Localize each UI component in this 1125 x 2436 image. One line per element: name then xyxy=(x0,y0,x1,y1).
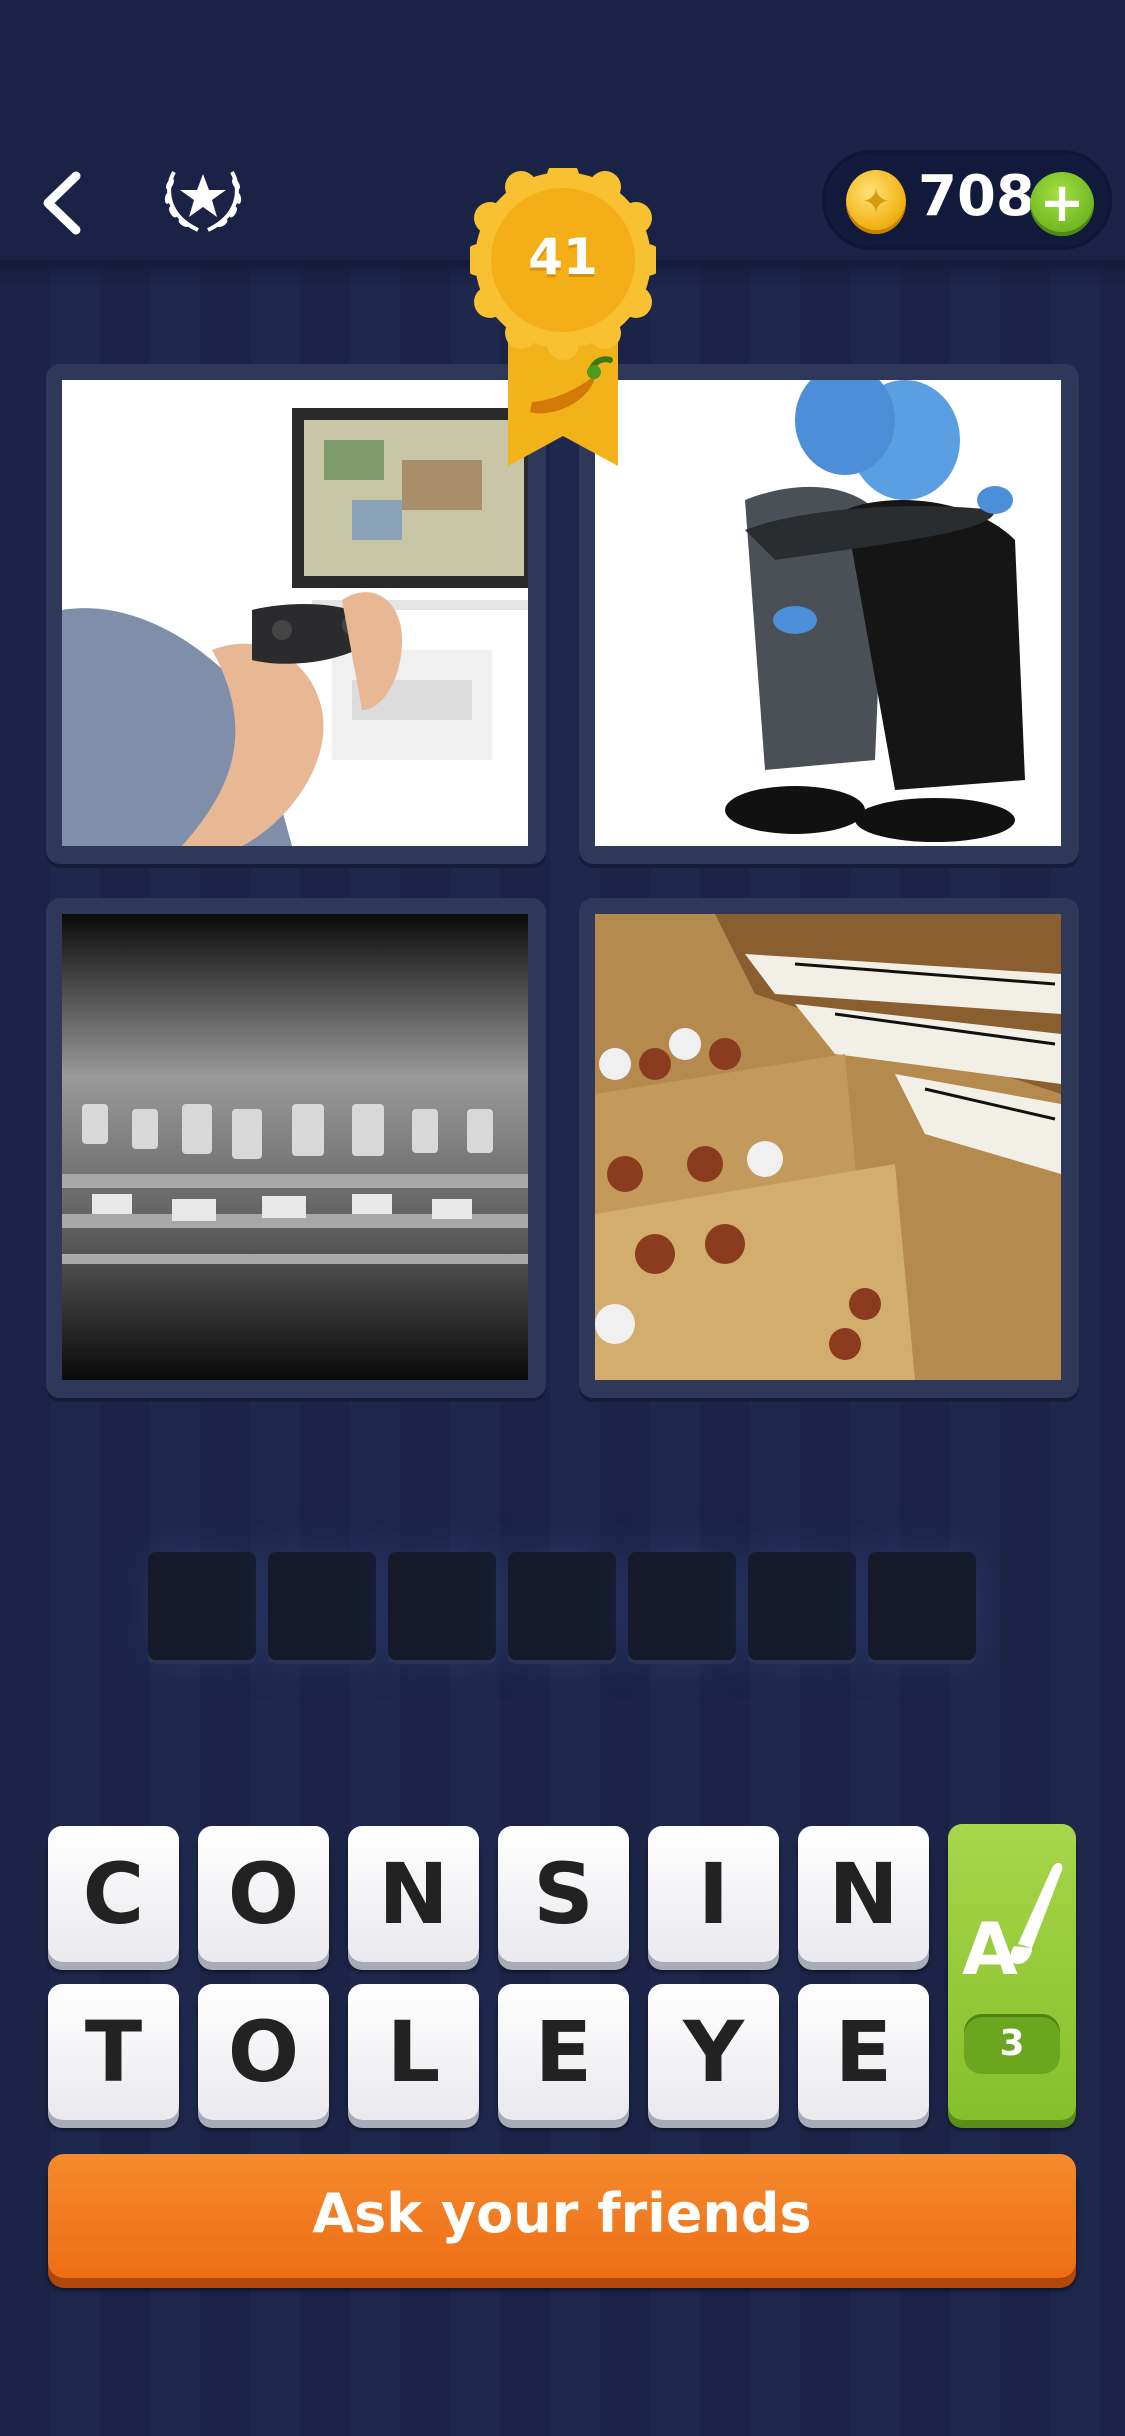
letter-key[interactable]: T xyxy=(48,1984,179,2120)
letter-key[interactable]: Y xyxy=(648,1984,779,2120)
letter-key[interactable]: N xyxy=(348,1826,479,1962)
answer-slot[interactable] xyxy=(508,1552,616,1660)
ribbon-medal-icon xyxy=(463,160,663,466)
answer-slot[interactable] xyxy=(148,1552,256,1660)
letter-key[interactable]: E xyxy=(798,1984,929,2120)
mixing-console-photo xyxy=(62,914,528,1380)
hint-button[interactable]: A 3 xyxy=(948,1824,1076,2120)
back-button[interactable] xyxy=(36,168,96,238)
answer-slot[interactable] xyxy=(628,1552,736,1660)
letter-key[interactable]: I xyxy=(648,1826,779,1962)
pipe-organ-photo xyxy=(595,914,1061,1380)
game-controller-photo xyxy=(62,380,528,846)
letter-key[interactable]: E xyxy=(498,1984,629,2120)
add-coins-button[interactable]: + xyxy=(1030,172,1094,236)
answer-slot[interactable] xyxy=(748,1552,856,1660)
answer-slots xyxy=(148,1552,980,1664)
laurel-star-icon xyxy=(164,171,242,232)
level-number: 41 xyxy=(528,228,598,286)
puzzle-image-4 xyxy=(579,898,1079,1398)
ask-friends-label: Ask your friends xyxy=(312,2182,812,2245)
coin-count: 708 xyxy=(918,164,1035,229)
hint-count-badge: 3 xyxy=(964,2014,1060,2074)
hug-photo xyxy=(595,380,1061,846)
letter-key[interactable]: N xyxy=(798,1826,929,1962)
letter-key[interactable]: O xyxy=(198,1984,329,2120)
chevron-left-icon xyxy=(43,171,81,235)
ask-friends-button[interactable]: Ask your friends xyxy=(48,2154,1076,2278)
coin-icon: ✦ xyxy=(846,170,906,234)
plus-icon: + xyxy=(1039,171,1085,234)
achievements-button[interactable] xyxy=(160,160,246,236)
letter-key[interactable]: S xyxy=(498,1826,629,1962)
svg-text:A: A xyxy=(962,1907,1018,1991)
letter-key[interactable]: L xyxy=(348,1984,479,2120)
answer-slot[interactable] xyxy=(868,1552,976,1660)
letter-key[interactable]: O xyxy=(198,1826,329,1962)
level-badge: 41 xyxy=(463,160,663,478)
puzzle-image-3 xyxy=(46,898,546,1398)
letter-brush-icon: A xyxy=(962,1862,1063,1991)
answer-slot[interactable] xyxy=(388,1552,496,1660)
coin-balance[interactable]: ✦ 708 + xyxy=(822,150,1112,250)
answer-slot[interactable] xyxy=(268,1552,376,1660)
letter-key[interactable]: C xyxy=(48,1826,179,1962)
